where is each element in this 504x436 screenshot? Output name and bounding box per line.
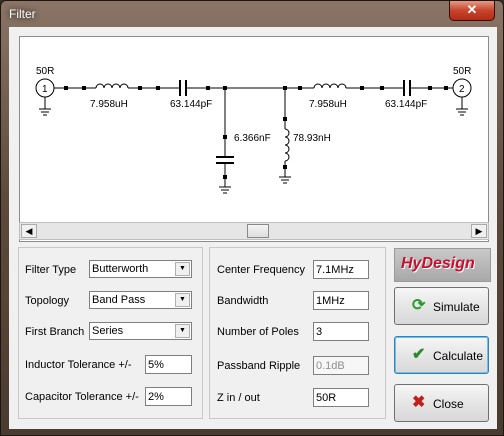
filter-type-select[interactable]: Butterworth ▼ — [89, 260, 192, 278]
center-frequency-label: Center Frequency — [217, 264, 306, 276]
logo-text: HyDesign — [401, 255, 475, 272]
close-icon: ✕ — [466, 2, 478, 17]
window-title: Filter — [9, 7, 36, 21]
port-1-label: 50R — [36, 66, 54, 77]
z-in-out-label: Z in / out — [217, 392, 260, 404]
simulate-button[interactable]: ⟳ Simulate — [394, 287, 489, 325]
simulate-label: Simulate — [433, 300, 480, 314]
hydesign-logo: HyDesign — [394, 248, 491, 282]
number-of-poles-label: Number of Poles — [217, 326, 299, 338]
scroll-left-arrow-icon[interactable]: ◀ — [21, 224, 37, 238]
z-in-out-input[interactable]: 50R — [313, 388, 369, 407]
window-close-button[interactable]: ✕ — [449, 1, 495, 21]
filter-type-label: Filter Type — [25, 264, 77, 276]
checkmark-icon: ✔ — [412, 346, 426, 363]
close-x-icon: ✖ — [412, 394, 426, 411]
schematic-view: 1 50R 2 50R 7.958uH 63.144pF 6.366nF 78.… — [19, 36, 489, 242]
schematic-diagram: 1 50R 2 50R 7.958uH 63.144pF 6.366nF 78.… — [35, 66, 472, 194]
filter-type-value: Butterworth — [92, 263, 149, 275]
inductor-shunt — [284, 128, 290, 162]
topology-value: Band Pass — [92, 294, 146, 306]
bandwidth-input[interactable]: 1MHz — [313, 291, 369, 310]
scrollbar-thumb[interactable] — [247, 224, 269, 238]
calculate-label: Calculate — [433, 349, 484, 363]
inductor-l2 — [313, 83, 347, 89]
inductor-l1 — [95, 83, 129, 89]
c1-value: 63.144pF — [170, 99, 212, 110]
capacitor-tolerance-label: Capacitor Tolerance +/- — [25, 391, 139, 403]
topology-label: Topology — [25, 295, 70, 307]
chevron-down-icon[interactable]: ▼ — [175, 262, 190, 276]
number-of-poles-input[interactable]: 3 — [313, 322, 369, 341]
schematic-scrollbar[interactable]: ◀ ▶ — [19, 222, 489, 240]
port-2-label: 50R — [453, 66, 471, 77]
port-2-number: 2 — [459, 84, 465, 95]
refresh-icon: ⟳ — [412, 297, 426, 314]
passband-ripple-input: 0.1dB — [313, 356, 369, 375]
inductor-tolerance-input[interactable]: 5% — [145, 355, 192, 374]
filter-window: Filter ✕ 1 50R 2 50R 7.958uH 63.144pF 6.… — [0, 0, 504, 436]
calculate-button[interactable]: ✔ Calculate — [394, 336, 489, 374]
chevron-down-icon[interactable]: ▼ — [175, 293, 190, 307]
c-shunt-value: 6.366nF — [234, 133, 271, 144]
close-button[interactable]: ✖ Close — [394, 384, 489, 422]
l-shunt-value: 78.93nH — [293, 133, 331, 144]
dialog-client-area: 1 50R 2 50R 7.958uH 63.144pF 6.366nF 78.… — [9, 27, 497, 429]
close-label: Close — [433, 397, 464, 411]
bandwidth-label: Bandwidth — [217, 295, 269, 307]
l1-value: 7.958uH — [90, 99, 128, 110]
first-branch-label: First Branch — [25, 326, 85, 338]
first-branch-select[interactable]: Series ▼ — [89, 322, 192, 340]
c2-value: 63.144pF — [385, 99, 427, 110]
port-1-number: 1 — [42, 84, 48, 95]
capacitor-tolerance-input[interactable]: 2% — [145, 387, 192, 406]
passband-ripple-label: Passband Ripple — [217, 360, 301, 372]
topology-select[interactable]: Band Pass ▼ — [89, 291, 192, 309]
inductor-tolerance-label: Inductor Tolerance +/- — [25, 359, 132, 371]
center-frequency-input[interactable]: 7.1MHz — [313, 260, 369, 279]
first-branch-value: Series — [92, 325, 124, 337]
l2-value: 7.958uH — [309, 99, 347, 110]
chevron-down-icon[interactable]: ▼ — [175, 324, 190, 338]
scroll-right-arrow-icon[interactable]: ▶ — [471, 224, 487, 238]
